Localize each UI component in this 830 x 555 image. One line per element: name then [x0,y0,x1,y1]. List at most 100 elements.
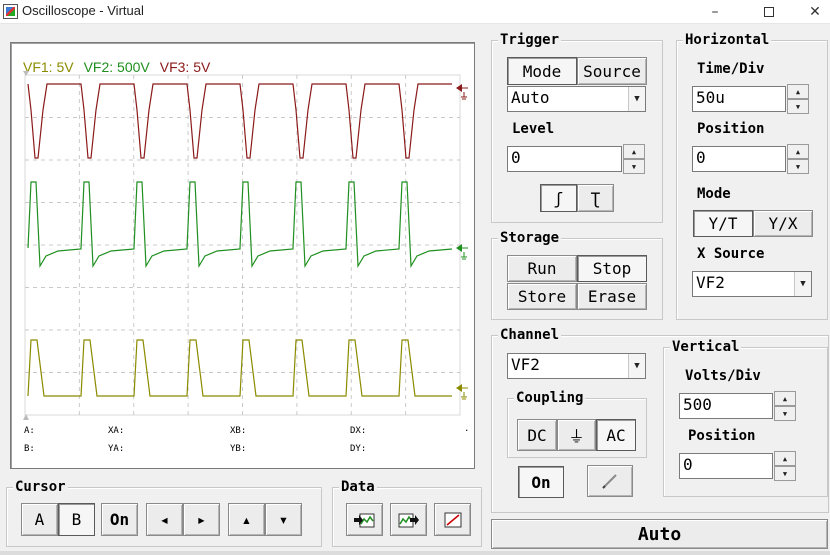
falling-edge-icon: Ʈ [590,188,601,208]
h-mode-label: Mode [697,186,731,202]
x-source-select[interactable]: VF2 ▼ [692,271,812,297]
channel-on-button[interactable]: On [518,466,564,498]
horizontal-title: Horizontal [683,32,772,48]
spin-up-icon[interactable]: ▲ [774,451,796,466]
cursor-right-button[interactable]: ▸ [183,503,220,536]
spin-down-icon[interactable]: ▼ [787,159,809,174]
readout-xb: XB: [230,426,247,436]
data-title: Data [339,479,377,495]
clear-data-button[interactable] [434,503,471,536]
minimize-button[interactable]: – [692,0,738,24]
readout-dx: DX: [350,426,367,436]
probe-color-button[interactable] [587,465,633,497]
maximize-icon [764,7,774,17]
app-icon [3,4,18,19]
yt-mode-button[interactable]: Y/T [693,210,753,237]
save-data-button[interactable] [346,503,383,536]
yx-mode-button[interactable]: Y/X [753,210,813,237]
spin-down-icon[interactable]: ▼ [787,99,809,114]
readout-xa: XA: [108,426,125,436]
arrow-down-icon: ▾ [278,510,289,529]
spin-down-icon[interactable]: ▼ [774,406,796,421]
minimize-icon: – [711,4,719,20]
trigger-mode-value: Auto [511,88,550,107]
trigger-level-field[interactable]: 0 [507,146,622,172]
spin-up-icon[interactable]: ▲ [787,144,809,159]
rising-edge-icon: ʃ [553,188,564,208]
store-button[interactable]: Store [507,283,577,310]
time-div-spinner[interactable]: ▲ ▼ [787,84,809,114]
channel-value: VF2 [511,355,540,374]
waveform-display[interactable] [20,70,470,422]
h-position-spinner[interactable]: ▲ ▼ [787,144,809,174]
spin-up-icon[interactable]: ▲ [623,144,645,159]
v-position-spinner[interactable]: ▲ ▼ [774,451,796,481]
window-title: Oscilloscope - Virtual [22,3,144,18]
ac-coupling-button[interactable]: AC [596,419,636,451]
channel-title: Channel [498,327,562,343]
rising-edge-button[interactable]: ʃ [540,184,577,212]
gnd-coupling-button[interactable]: ⏚ [557,419,596,451]
readout-dy: DY: [350,444,367,454]
volts-div-spinner[interactable]: ▲ ▼ [774,391,796,421]
readout-dot: . [464,424,470,434]
export-data-button[interactable] [390,503,427,536]
chevron-down-icon: ▼ [794,272,811,296]
trigger-level-label: Level [512,121,555,137]
storage-title: Storage [498,230,562,246]
stop-button[interactable]: Stop [577,255,647,282]
volts-div-label: Volts/Div [685,368,761,384]
v-position-label: Position [688,428,756,444]
time-div-field[interactable]: 50u [692,86,786,112]
v-position-field[interactable]: 0 [679,453,773,479]
trigger-source-button[interactable]: Source [577,57,647,85]
cursor-up-button[interactable]: ▴ [228,503,265,536]
cursor-left-button[interactable]: ◂ [146,503,183,536]
x-source-value: VF2 [696,273,725,292]
save-waveform-icon [353,513,374,527]
spin-down-icon[interactable]: ▼ [623,159,645,174]
h-position-label: Position [697,121,765,137]
trigger-level-spinner[interactable]: ▲ ▼ [623,144,645,174]
readout-yb: YB: [230,444,247,454]
coupling-title: Coupling [514,390,586,406]
clear-icon [444,512,461,527]
trigger-mode-select[interactable]: Auto ▼ [507,86,646,112]
status-strip [0,551,830,555]
spin-down-icon[interactable]: ▼ [774,466,796,481]
run-button[interactable]: Run [507,255,577,282]
close-button[interactable]: ✕ [792,0,830,24]
cursor-title: Cursor [13,479,68,495]
export-waveform-icon [398,513,419,527]
h-position-value: 0 [696,148,706,167]
title-bar: Oscilloscope - Virtual – ✕ [0,0,830,24]
readout-a: A: [24,426,35,436]
volts-div-value: 500 [683,395,712,414]
trigger-mode-button[interactable]: Mode [507,57,577,85]
spin-up-icon[interactable]: ▲ [787,84,809,99]
volts-div-field[interactable]: 500 [679,393,773,419]
close-icon: ✕ [809,4,821,20]
spin-up-icon[interactable]: ▲ [774,391,796,406]
arrow-right-icon: ▸ [196,510,207,529]
auto-button[interactable]: Auto [491,519,828,549]
trigger-level-value: 0 [511,148,521,167]
h-position-field[interactable]: 0 [692,146,786,172]
cursor-b-button[interactable]: B [58,503,95,536]
erase-button[interactable]: Erase [577,283,647,310]
v-position-value: 0 [683,455,693,474]
cursor-down-button[interactable]: ▾ [265,503,302,536]
cursor-on-button[interactable]: On [101,503,138,536]
readout-ya: YA: [108,444,125,454]
maximize-button[interactable] [746,0,792,24]
x-source-label: X Source [697,246,765,262]
time-div-value: 50u [696,88,725,107]
falling-edge-button[interactable]: Ʈ [577,184,614,212]
chevron-down-icon: ▼ [628,354,645,378]
cursor-a-button[interactable]: A [21,503,58,536]
trigger-title: Trigger [498,32,562,48]
arrow-up-icon: ▴ [241,510,252,529]
channel-select[interactable]: VF2 ▼ [507,353,646,379]
chevron-down-icon: ▼ [628,87,645,111]
dc-coupling-button[interactable]: DC [517,419,557,451]
